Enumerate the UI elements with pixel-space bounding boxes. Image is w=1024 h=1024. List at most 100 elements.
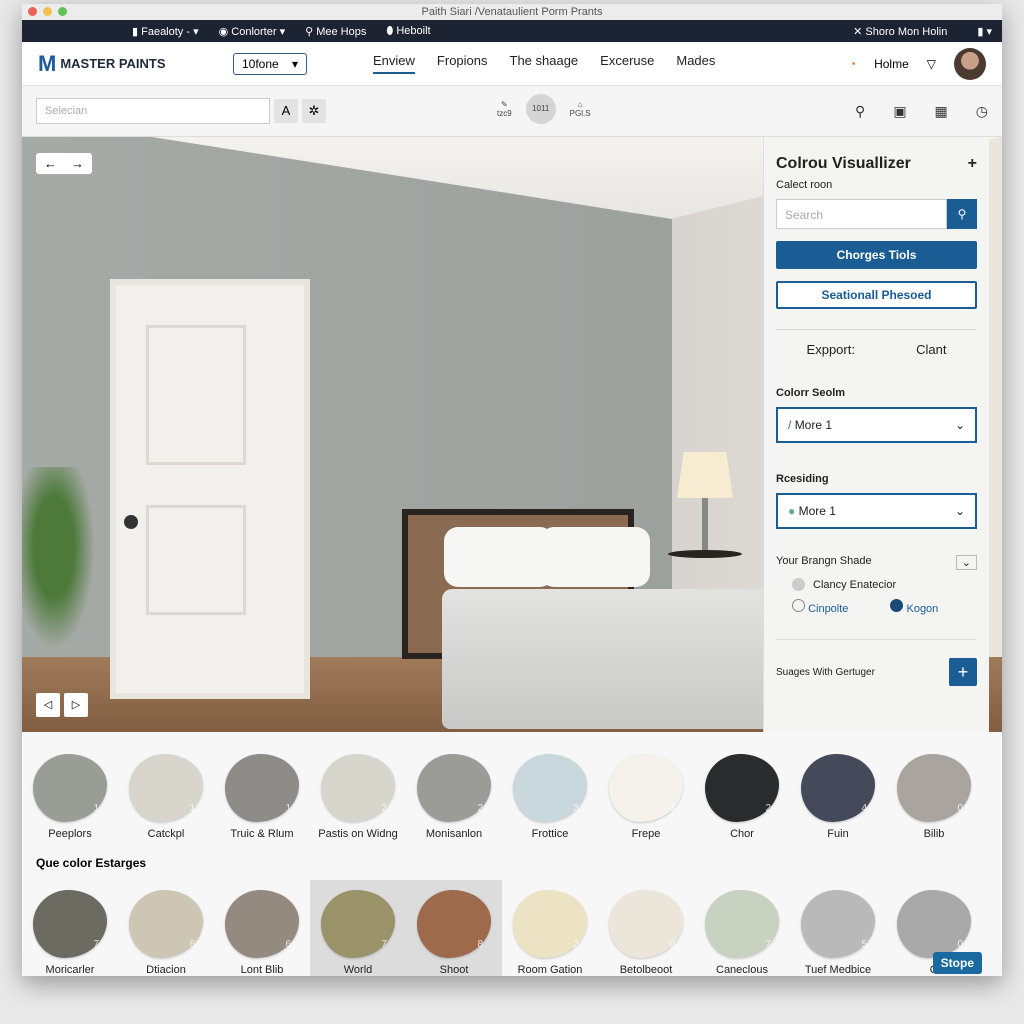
collapse-button[interactable]: ⌄: [955, 555, 977, 570]
color-dropdown[interactable]: / More 1 ⌄: [776, 407, 977, 443]
avatar[interactable]: [954, 47, 986, 80]
plus-icon[interactable]: +: [968, 155, 977, 173]
stope-button[interactable]: Stope: [932, 952, 982, 974]
swatch-name: Bilib: [923, 828, 945, 840]
nav-tab[interactable]: The shaage: [510, 53, 579, 74]
swatch-chip: 7: [321, 890, 395, 958]
color-swatch[interactable]: 6 Dtiacion: [118, 880, 214, 976]
swatch-name: Shoot: [439, 964, 469, 976]
swatch-chip: 0: [609, 890, 683, 958]
home-tool[interactable]: ⌂ PGl.S: [570, 100, 591, 118]
effects-tool-button[interactable]: ✲: [302, 99, 326, 123]
timer-icon[interactable]: ◷: [976, 103, 988, 120]
changes-tools-button[interactable]: Chorges Tiols: [776, 241, 977, 269]
swatch-name: Frepe: [631, 828, 661, 840]
select-room-label: Calect roon: [776, 179, 833, 191]
export-value[interactable]: Clant: [916, 342, 946, 357]
color-swatch[interactable]: 6 Lont Blib: [214, 880, 310, 976]
user-name[interactable]: Holme: [874, 57, 909, 71]
topnav-item[interactable]: ◉ Conlorter ▾: [219, 25, 285, 38]
topnav-item[interactable]: ⬮ Heboilt: [386, 25, 430, 38]
panel-title: Colrou Visuallizer: [776, 155, 911, 172]
nav-tab[interactable]: Exceruse: [600, 53, 654, 74]
seasonal-button[interactable]: Seationall Phesoed: [776, 281, 977, 309]
brush-icon: /: [788, 418, 792, 432]
topnav-item[interactable]: ▮ Faealoty - ▾: [132, 25, 199, 38]
color-swatch[interactable]: 1 Truic & Rlum: [214, 754, 310, 840]
nav-tab[interactable]: Fropions: [437, 53, 488, 74]
notification-icon[interactable]: ◔: [849, 57, 856, 71]
app-window: Paith Siari /Venataulient Porm Prants ▮ …: [22, 4, 1002, 976]
close-button[interactable]: [28, 7, 37, 16]
color-swatch[interactable]: 2 Room Gation: [502, 880, 598, 976]
store-select[interactable]: 10fone ▾: [233, 52, 307, 75]
forward-arrow-icon[interactable]: →: [71, 156, 84, 171]
selection-input[interactable]: Selecian: [36, 98, 270, 124]
section-title: Que color Estarges: [36, 856, 147, 870]
radio-option[interactable]: Kogon: [890, 599, 938, 615]
color-swatch[interactable]: 8 Shoot: [406, 880, 502, 976]
color-swatch[interactable]: 0 Betolbeoot: [598, 880, 694, 976]
color-swatch[interactable]: 7 Caneclous: [694, 880, 790, 976]
topnav-user[interactable]: ✕ Shoro Mon Holin: [853, 25, 947, 38]
color-swatch[interactable]: 0 Bilib: [886, 754, 982, 840]
color-swatch[interactable]: 2 Pastis on Widng: [310, 754, 406, 840]
color-swatch[interactable]: 7 World: [310, 880, 406, 976]
swatch-name: Catckpl: [147, 828, 185, 840]
color-swatch[interactable]: 3 Frottice: [502, 754, 598, 840]
color-swatch[interactable]: 2 Chor: [694, 754, 790, 840]
color-swatch[interactable]: 4 Fuin: [790, 754, 886, 840]
search-button[interactable]: ⚲: [947, 199, 977, 229]
color-swatch[interactable]: 3 Frepe: [598, 754, 694, 840]
search-icon[interactable]: ⚲: [855, 103, 865, 120]
zoom-tool[interactable]: 1011: [525, 94, 556, 124]
swatch-name: Frottice: [531, 828, 569, 840]
color-swatch[interactable]: 5 Tuef Medbice: [790, 880, 886, 976]
radio-option[interactable]: Cinpolte: [792, 599, 848, 615]
residing-label: Rcesiding: [776, 473, 829, 485]
minimize-button[interactable]: [43, 7, 52, 16]
swatch-name: World: [343, 964, 373, 976]
chevron-down-icon: ⌄: [954, 504, 965, 518]
nav-tab[interactable]: Mades: [676, 53, 715, 74]
swatch-chip: 7: [33, 890, 107, 958]
grid-icon[interactable]: ▦: [935, 103, 948, 120]
header: M MASTER PAINTS 10fone ▾ Enview Fropions T…: [22, 42, 1002, 86]
shades-label: Suages With Gertuger: [776, 666, 875, 678]
back-arrow-icon[interactable]: ←: [44, 156, 57, 171]
color-swatch[interactable]: 7 Moricarler: [22, 880, 118, 976]
residing-dropdown[interactable]: ● More 1 ⌄: [776, 493, 977, 529]
frame-icon[interactable]: ▣: [893, 103, 906, 120]
colour-visualizer-panel: Colrou Visuallizer + Calect roon Search ⚲ …: [763, 137, 989, 732]
nav-tab[interactable]: Enview: [373, 53, 415, 74]
color-swatch[interactable]: 1 Catckpl: [118, 754, 214, 840]
room-search-input[interactable]: Search: [776, 199, 947, 229]
swatch-name: Pastis on Widng: [318, 828, 398, 840]
text-tool-button[interactable]: A: [274, 99, 298, 123]
radio-option[interactable]: Clancy Enatecior: [792, 578, 977, 591]
next-icon[interactable]: ▷: [64, 693, 88, 717]
add-shade-button[interactable]: +: [949, 658, 977, 686]
color-swatch[interactable]: 2 Monisanlon: [406, 754, 502, 840]
toolbar: Selecian A ✲ ✎ tzc9 1011 ⌂ PGl.S ⚲ ▣ ▦ ◷: [22, 86, 1002, 137]
export-label: Expport:: [806, 342, 855, 357]
title-bar: Paith Siari /Venataulient Porm Prants: [22, 4, 1002, 20]
topnav-item[interactable]: ⚲ Mee Hops: [305, 25, 366, 38]
swatch-name: Caneclous: [716, 964, 768, 976]
swatch-name: Dtiacion: [146, 964, 186, 976]
swatch-name: Monisanlon: [425, 828, 483, 840]
swatch-chip: 1: [33, 754, 107, 822]
maximize-button[interactable]: [58, 7, 67, 16]
prev-icon[interactable]: ◁: [36, 693, 60, 717]
swatch-name: Fuin: [827, 828, 849, 840]
undo-redo[interactable]: ← →: [36, 153, 92, 174]
swatch-chip: 4: [801, 754, 875, 822]
logo[interactable]: M MASTER PAINTS: [38, 51, 233, 77]
swatch-chip: 7: [705, 890, 779, 958]
color-swatch[interactable]: 1 Peeplors: [22, 754, 118, 840]
menu-icon[interactable]: ▮ ▾: [977, 25, 992, 38]
filter-icon[interactable]: ▽: [927, 57, 936, 71]
brush-tool[interactable]: ✎ tzc9: [497, 100, 512, 118]
swatch-chip: 8: [417, 890, 491, 958]
swatch-name: Truic & Rlum: [230, 828, 294, 840]
